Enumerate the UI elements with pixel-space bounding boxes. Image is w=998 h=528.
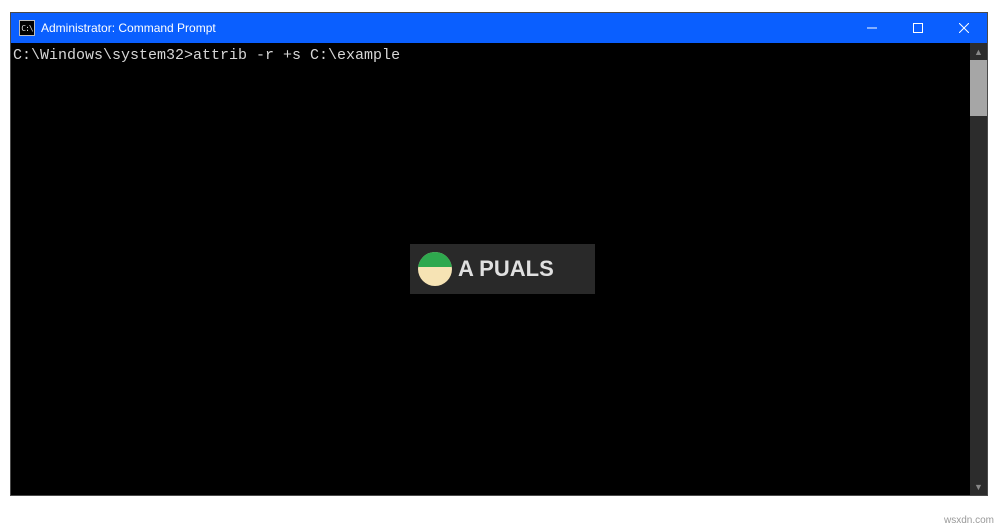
watermark-text: A PUALS (458, 256, 554, 282)
scrollbar-thumb[interactable] (970, 60, 987, 116)
window-controls (849, 13, 987, 43)
cmd-icon: C:\ (19, 20, 35, 36)
maximize-button[interactable] (895, 13, 941, 43)
close-button[interactable] (941, 13, 987, 43)
titlebar[interactable]: C:\ Administrator: Command Prompt (11, 13, 987, 43)
vertical-scrollbar[interactable]: ▲ ▼ (970, 43, 987, 495)
watermark-url: wsxdn.com (944, 515, 994, 526)
scroll-up-arrow[interactable]: ▲ (970, 43, 987, 60)
appuals-mascot-icon (418, 252, 452, 286)
window-title: Administrator: Command Prompt (41, 21, 849, 35)
prompt-text: C:\Windows\system32> (13, 47, 193, 64)
command-text: attrib -r +s C:\example (193, 47, 400, 64)
watermark-logo: A PUALS (410, 244, 595, 294)
minimize-button[interactable] (849, 13, 895, 43)
scroll-down-arrow[interactable]: ▼ (970, 478, 987, 495)
